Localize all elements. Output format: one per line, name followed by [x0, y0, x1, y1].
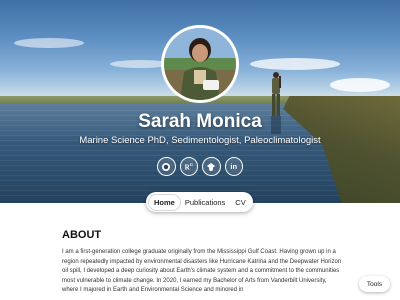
cloud — [330, 78, 390, 92]
cloud — [250, 58, 340, 70]
linkedin-icon[interactable]: in — [224, 157, 243, 176]
nav-item-publications[interactable]: Publications — [180, 195, 230, 210]
about-paragraph: I am a first-generation college graduate… — [62, 249, 342, 294]
about-heading: ABOUT — [62, 229, 102, 241]
tools-button[interactable]: Tools — [359, 276, 390, 292]
researchgate-icon[interactable]: RG — [179, 157, 198, 176]
nav-item-home[interactable]: Home — [149, 195, 180, 210]
cloud — [14, 38, 84, 48]
main-nav: Home Publications CV — [146, 192, 253, 212]
profile-photo — [164, 28, 236, 100]
social-links: RG in — [157, 157, 243, 177]
github-icon[interactable] — [157, 157, 176, 176]
google-scholar-icon[interactable] — [202, 157, 221, 176]
profile-avatar — [161, 25, 239, 103]
profile-name: Sarah Monica — [138, 111, 262, 132]
nav-item-cv[interactable]: CV — [230, 195, 250, 210]
profile-subtitle: Marine Science PhD, Sedimentologist, Pal… — [79, 135, 321, 146]
